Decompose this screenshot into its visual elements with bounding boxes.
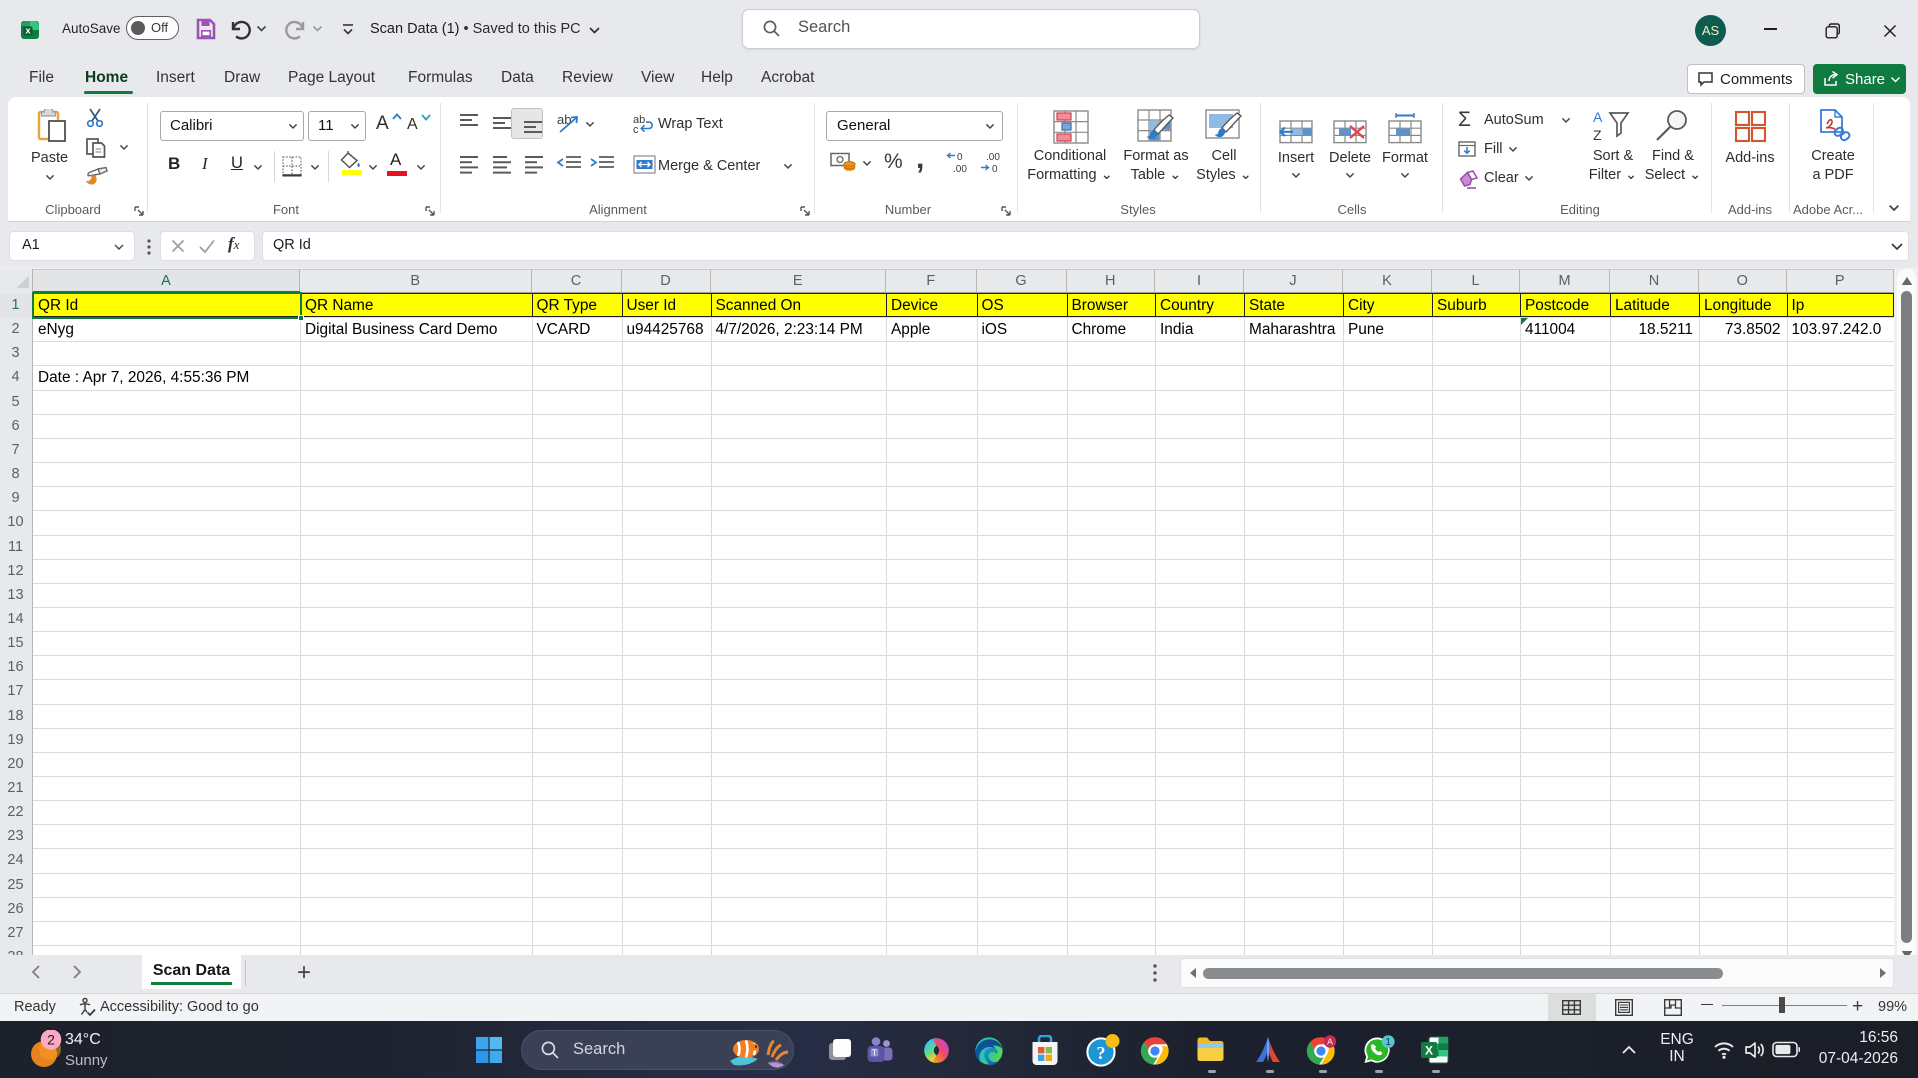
- svg-text:0: 0: [992, 164, 998, 173]
- svg-text:0: 0: [957, 152, 963, 163]
- svg-text:.00: .00: [986, 152, 1000, 163]
- svg-text:Z: Z: [1593, 127, 1602, 143]
- svg-text:1: 1: [1385, 1037, 1391, 1048]
- svg-text:X: X: [1425, 1044, 1433, 1058]
- svg-text:.00: .00: [953, 164, 967, 173]
- svg-text:c: c: [633, 124, 639, 133]
- svg-text:2: 2: [47, 1032, 55, 1048]
- svg-text:?: ?: [1097, 1043, 1106, 1063]
- svg-text:A: A: [1327, 1037, 1333, 1047]
- svg-text:A: A: [1593, 109, 1603, 125]
- svg-text:T: T: [872, 1047, 877, 1057]
- svg-text:x: x: [25, 26, 31, 37]
